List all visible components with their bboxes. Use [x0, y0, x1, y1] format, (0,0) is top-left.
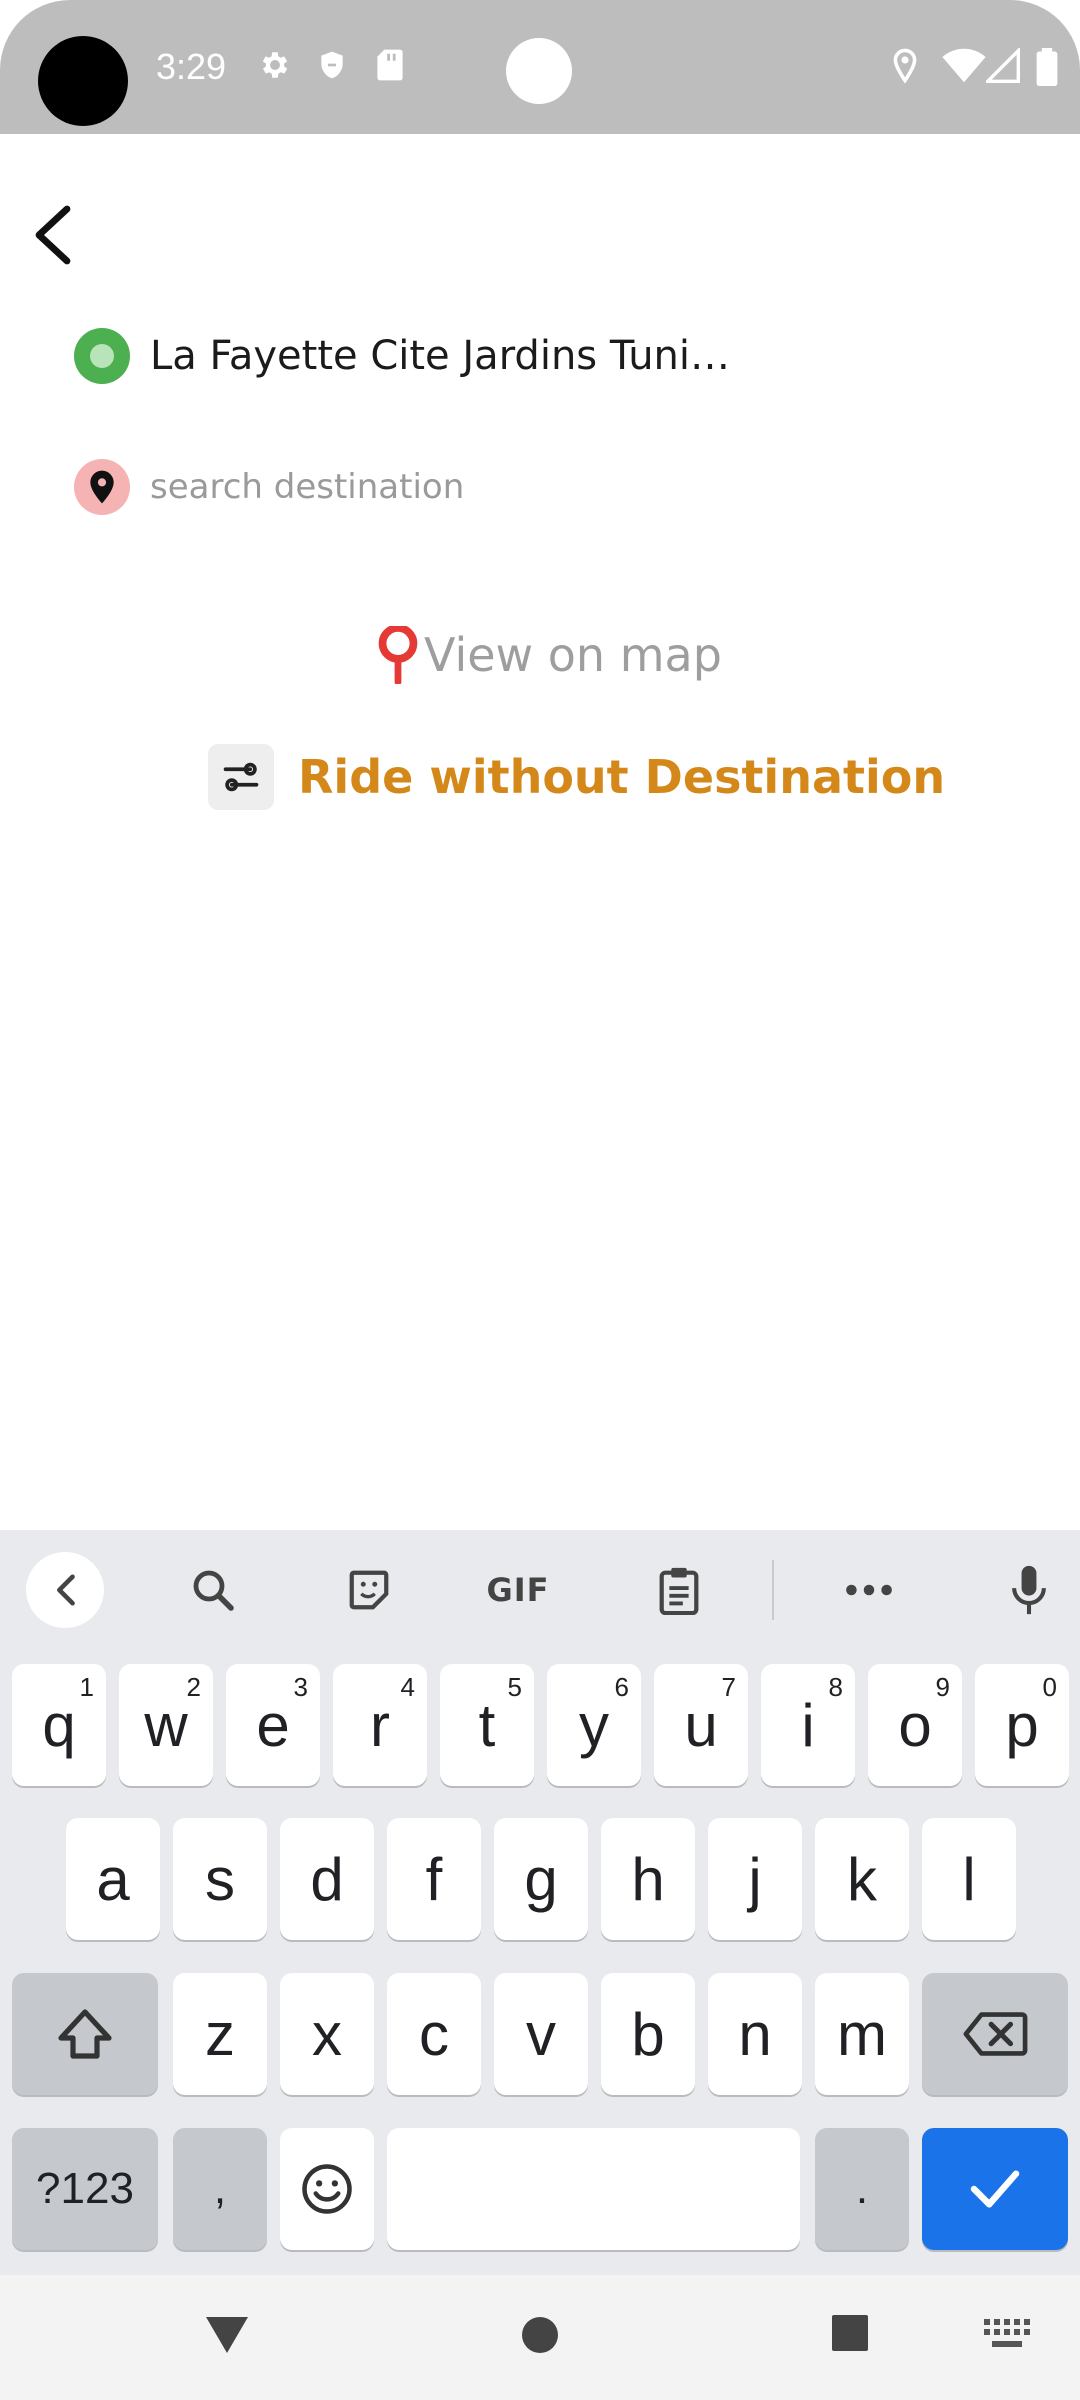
key-c[interactable]: c [387, 1973, 481, 2095]
signal-icon [983, 46, 1020, 89]
gear-icon [258, 48, 292, 87]
search-icon [193, 1570, 234, 1611]
keyboard-more-button[interactable] [836, 1552, 902, 1628]
key-j[interactable]: j [708, 1818, 802, 1940]
keyboard-gif-button[interactable]: GIF [478, 1552, 558, 1628]
origin-dot-icon [74, 328, 130, 384]
key-z[interactable]: z [173, 1973, 267, 2095]
key-m[interactable]: m [815, 1973, 909, 2095]
backspace-icon [963, 2012, 1028, 2056]
shift-icon [58, 2009, 112, 2059]
mic-icon [1012, 1565, 1046, 1615]
key-p[interactable]: p0 [975, 1664, 1069, 1786]
key-s[interactable]: s [173, 1818, 267, 1940]
keyboard-search-button[interactable] [180, 1552, 246, 1628]
key-f[interactable]: f [387, 1818, 481, 1940]
key-o[interactable]: o9 [868, 1664, 962, 1786]
chevron-left-icon [57, 1574, 75, 1606]
camera-cutout [38, 36, 128, 126]
back-triangle-icon [206, 2317, 248, 2353]
toolbar-divider [772, 1560, 774, 1620]
space-key[interactable] [387, 2128, 800, 2250]
key-w[interactable]: w2 [119, 1664, 213, 1786]
key-y[interactable]: y6 [547, 1664, 641, 1786]
more-icon [846, 1584, 892, 1596]
key-h[interactable]: h [601, 1818, 695, 1940]
recents-square-icon [832, 2315, 868, 2351]
keyboard-toolbar: GIF [0, 1530, 1080, 1650]
key-k[interactable]: k [815, 1818, 909, 1940]
key-n[interactable]: n [708, 1973, 802, 2095]
sd-card-icon [376, 48, 404, 87]
key-l[interactable]: l [922, 1818, 1016, 1940]
destination-row [74, 459, 950, 515]
view-on-map-label: View on map [424, 628, 722, 682]
key-t[interactable]: t5 [440, 1664, 534, 1786]
keyboard-clipboard-button[interactable] [646, 1552, 712, 1628]
enter-key[interactable] [922, 2128, 1068, 2250]
keyboard-switch-icon [984, 2319, 1030, 2347]
arrow-back-icon [35, 205, 71, 265]
backspace-key[interactable] [922, 1973, 1068, 2095]
emoji-key[interactable] [280, 2128, 374, 2250]
status-bar: 3:29 [0, 0, 1080, 134]
nav-home-button[interactable] [520, 2315, 560, 2360]
map-pin-red-icon [378, 626, 418, 684]
origin-address: La Fayette Cite Jardins Tunis… [150, 333, 750, 379]
shield-icon [316, 48, 348, 87]
key-v[interactable]: v [494, 1973, 588, 2095]
sticker-icon [349, 1570, 389, 1610]
key-u[interactable]: u7 [654, 1664, 748, 1786]
map-pin-icon [74, 459, 130, 515]
gif-label: GIF [486, 1571, 550, 1609]
keyboard: GIF q1 w2 e3 r4 t5 y6 u7 i8 o9 p0 a s d … [0, 1530, 1080, 2275]
keyboard-back-button[interactable] [26, 1552, 104, 1628]
nav-back-button[interactable] [204, 2315, 250, 2360]
keyboard-sticker-button[interactable] [336, 1552, 402, 1628]
key-x[interactable]: x [280, 1973, 374, 2095]
nav-recents-button[interactable] [830, 2313, 870, 2358]
battery-icon [1036, 48, 1058, 91]
location-icon [890, 48, 920, 89]
key-a[interactable]: a [66, 1818, 160, 1940]
route-switch-icon [208, 744, 274, 810]
home-circle-icon [522, 2317, 558, 2353]
key-q[interactable]: q1 [12, 1664, 106, 1786]
key-e[interactable]: e3 [226, 1664, 320, 1786]
symbols-key[interactable]: ?123 [12, 2128, 158, 2250]
back-button[interactable] [18, 200, 88, 270]
wifi-icon [942, 48, 986, 89]
ride-without-destination-label: Ride without Destination [298, 750, 946, 804]
key-g[interactable]: g [494, 1818, 588, 1940]
comma-key[interactable]: , [173, 2128, 267, 2250]
destination-search-input[interactable] [150, 467, 950, 507]
key-b[interactable]: b [601, 1973, 695, 2095]
origin-row[interactable]: La Fayette Cite Jardins Tunis… [74, 328, 750, 384]
key-r[interactable]: r4 [333, 1664, 427, 1786]
period-key[interactable]: . [815, 2128, 909, 2250]
keyboard-mic-button[interactable] [996, 1552, 1062, 1628]
key-i[interactable]: i8 [761, 1664, 855, 1786]
notification-dot [506, 38, 572, 104]
status-time: 3:29 [156, 46, 227, 87]
navigation-bar [0, 2275, 1080, 2400]
clipboard-icon [659, 1567, 699, 1615]
view-on-map-button[interactable]: View on map [376, 626, 722, 684]
key-d[interactable]: d [280, 1818, 374, 1940]
shift-key[interactable] [12, 1973, 158, 2095]
checkmark-icon [970, 2170, 1020, 2208]
ride-without-destination-button[interactable]: Ride without Destination [208, 744, 945, 810]
keyboard-switch-button[interactable] [984, 2319, 1030, 2354]
emoji-icon [302, 2164, 352, 2214]
